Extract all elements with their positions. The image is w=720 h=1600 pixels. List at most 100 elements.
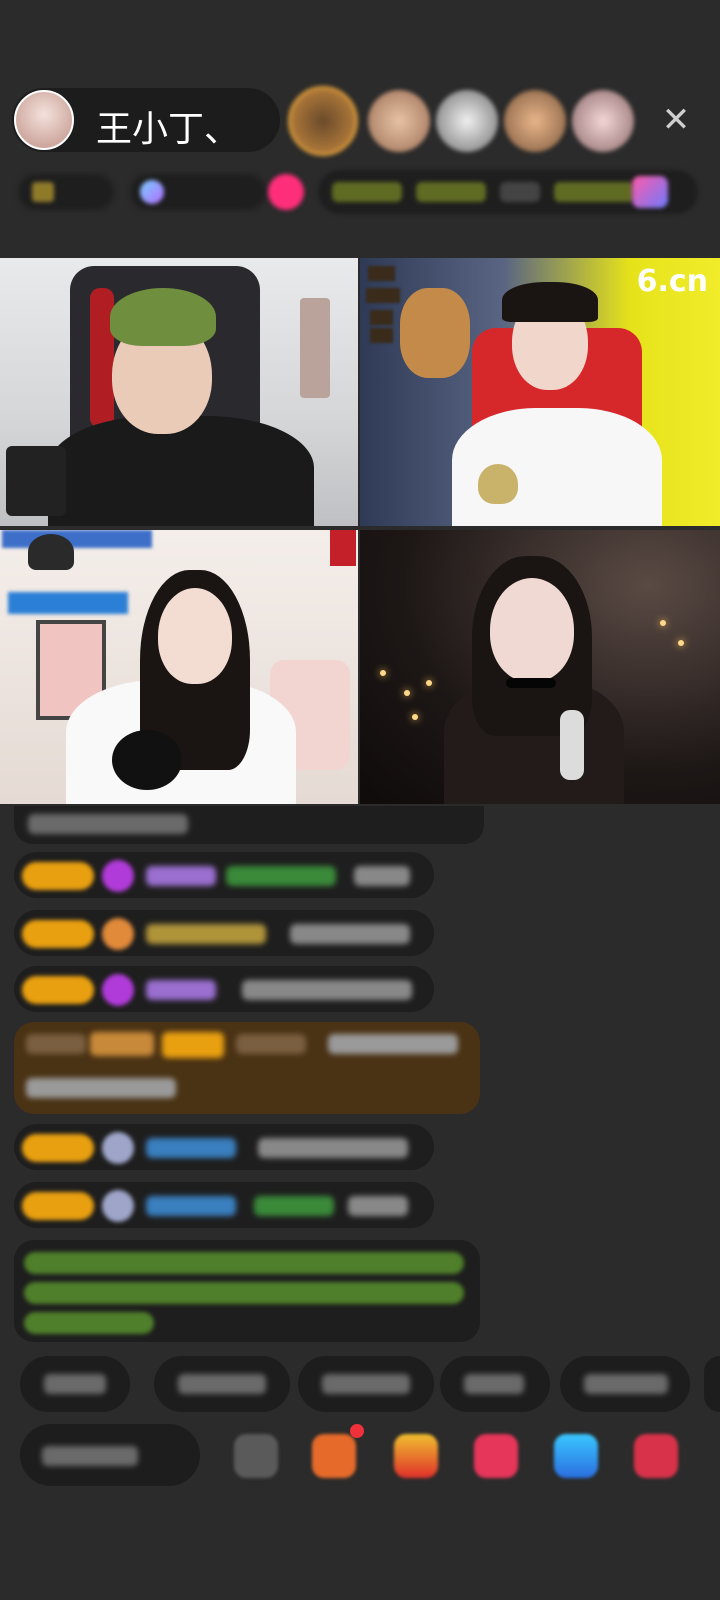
- fairy-light: [380, 670, 386, 676]
- person-body: [48, 416, 314, 526]
- microphone: [560, 710, 584, 780]
- room-tags-row: [18, 170, 698, 214]
- chat-mention: [226, 866, 336, 886]
- heart-icon[interactable]: [268, 174, 304, 210]
- microphone: [112, 730, 182, 790]
- stream-logo: 6.cn: [636, 264, 708, 299]
- notice-text: [24, 1252, 464, 1274]
- stream-banner-top: [2, 530, 152, 548]
- chat-message[interactable]: [14, 852, 434, 898]
- sticker-3: [370, 310, 394, 325]
- rank-icon: [32, 182, 54, 202]
- chair-stripe: [90, 288, 114, 428]
- viewer-avatar-4[interactable]: [504, 90, 566, 152]
- fairy-light: [404, 690, 410, 696]
- chat-message[interactable]: [14, 1124, 434, 1170]
- gem-icon: [102, 974, 134, 1006]
- multi-cam-grid: 6.cn: [0, 258, 720, 804]
- gem-icon: [102, 918, 134, 950]
- video-stream-2[interactable]: 6.cn: [360, 258, 720, 526]
- level-badge: [162, 1032, 224, 1058]
- person-face: [158, 588, 232, 684]
- chat-text: [258, 1138, 408, 1158]
- chat-username: [146, 866, 216, 886]
- level-badge: [22, 976, 94, 1004]
- viewer-avatar-3[interactable]: [436, 90, 498, 152]
- chat-text: [28, 814, 188, 834]
- gem-icon: [102, 1190, 134, 1222]
- heart-gift-icon[interactable]: [474, 1434, 518, 1478]
- viewer-avatar-1[interactable]: [288, 86, 358, 156]
- chat-text: [328, 1034, 458, 1054]
- quick-reply-5[interactable]: [560, 1356, 690, 1412]
- chat-message[interactable]: [14, 806, 484, 844]
- quick-reply-1[interactable]: [20, 1356, 130, 1412]
- chat-username: [236, 1034, 306, 1054]
- speaker: [6, 446, 66, 516]
- person-body: [452, 408, 662, 526]
- vip-badge: [90, 1032, 154, 1056]
- fairy-light: [426, 680, 432, 686]
- chat-text: [348, 1196, 408, 1216]
- chat-input-button[interactable]: [20, 1424, 200, 1486]
- green-hat: [110, 288, 216, 346]
- chat-message[interactable]: [14, 910, 434, 956]
- gift-banner-icon[interactable]: [632, 176, 668, 208]
- gift-icon[interactable]: [312, 1434, 356, 1478]
- chat-text: [290, 924, 410, 944]
- treasure-icon[interactable]: [394, 1434, 438, 1478]
- chat-username: [146, 924, 266, 944]
- level-badge: [22, 862, 94, 890]
- top-bar: 王小丁、 ✕: [12, 86, 712, 156]
- chat-text: [26, 1034, 86, 1054]
- fairy-light: [412, 714, 418, 720]
- chat-text: [354, 866, 410, 886]
- quick-reply-row: [20, 1356, 720, 1416]
- viewer-avatar-5[interactable]: [572, 90, 634, 152]
- red-packet-icon[interactable]: [634, 1434, 678, 1478]
- chat-username: [146, 1138, 236, 1158]
- host-info-pill[interactable]: 王小丁、: [12, 88, 280, 152]
- sticker-4: [370, 328, 394, 343]
- system-notice: [14, 1240, 480, 1342]
- red-badge: [330, 530, 356, 566]
- share-icon[interactable]: [554, 1434, 598, 1478]
- level-badge: [22, 920, 94, 948]
- fans-icon: [140, 180, 164, 204]
- host-avatar[interactable]: [14, 90, 74, 150]
- level-badge: [22, 1134, 94, 1162]
- gem-icon: [102, 860, 134, 892]
- microphone: [478, 464, 518, 504]
- notice-text: [24, 1282, 464, 1304]
- stream-notice-banner: [8, 592, 128, 614]
- quick-reply-6[interactable]: [704, 1356, 720, 1412]
- gem-icon: [102, 1132, 134, 1164]
- video-stream-1[interactable]: [0, 258, 358, 526]
- chat-message[interactable]: [14, 966, 434, 1012]
- bottom-action-bar: [20, 1424, 720, 1504]
- notification-dot: [350, 1424, 364, 1438]
- more-icon[interactable]: [234, 1434, 278, 1478]
- chat-username: [146, 980, 216, 1000]
- teddy-bear: [400, 288, 470, 378]
- video-stream-4[interactable]: [360, 530, 720, 804]
- shelf: [300, 298, 330, 398]
- chat-text: [242, 980, 412, 1000]
- level-badge: [22, 1192, 94, 1220]
- notice-text: [24, 1312, 154, 1334]
- sticker-1: [368, 266, 395, 281]
- person-hair: [502, 282, 598, 322]
- fairy-light: [660, 620, 666, 626]
- lamp: [28, 534, 74, 570]
- highlight-message[interactable]: [14, 1022, 480, 1114]
- quick-reply-2[interactable]: [154, 1356, 290, 1412]
- chat-text: [26, 1078, 176, 1098]
- host-name: 王小丁、: [96, 109, 241, 150]
- choker: [506, 678, 556, 688]
- video-stream-3[interactable]: [0, 530, 358, 804]
- viewer-avatar-2[interactable]: [368, 90, 430, 152]
- quick-reply-4[interactable]: [440, 1356, 550, 1412]
- close-icon[interactable]: ✕: [656, 100, 696, 140]
- quick-reply-3[interactable]: [298, 1356, 434, 1412]
- chat-message[interactable]: [14, 1182, 434, 1228]
